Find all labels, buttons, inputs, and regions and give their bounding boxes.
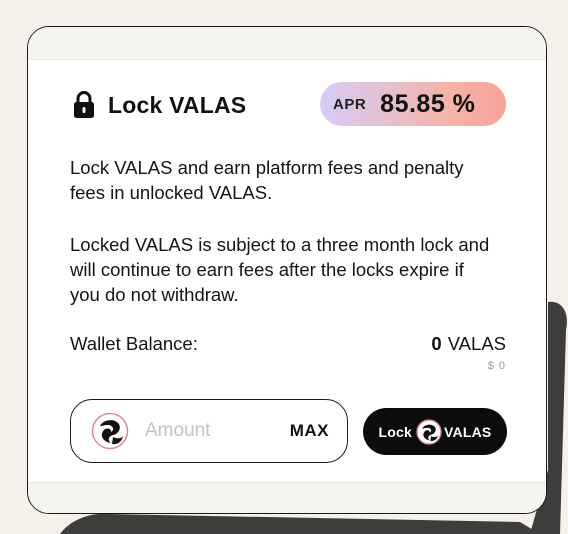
card-title: Lock VALAS: [108, 91, 247, 118]
valas-token-icon: [91, 412, 129, 450]
lock-button-prefix: Lock: [378, 423, 413, 440]
lock-button-suffix: VALAS: [444, 423, 492, 440]
lock-description: Lock VALAS and earn platform fees and pe…: [70, 157, 464, 203]
card-footer-strip: [28, 482, 546, 513]
lock-terms-description: Locked VALAS is subject to a three month…: [70, 234, 490, 305]
max-button[interactable]: MAX: [290, 421, 329, 441]
amount-input-box: MAX: [70, 399, 348, 463]
lock-valas-button[interactable]: Lock VALAS: [363, 408, 507, 455]
lock-card: Lock VALAS APR 85.85 % Lock VALAS and ea…: [27, 26, 547, 514]
wallet-balance-usd: $ 0: [487, 360, 506, 372]
card-header-strip: [28, 27, 546, 60]
wallet-balance-label: Wallet Balance:: [70, 333, 198, 354]
card-title-row: Lock VALAS: [72, 91, 246, 119]
apr-label: APR: [333, 95, 367, 113]
wallet-balance-amount: 0 VALAS: [431, 333, 506, 355]
wallet-balance-value: 0: [431, 333, 442, 354]
lock-icon: [74, 91, 94, 118]
apr-value: 85.85 %: [380, 89, 476, 118]
amount-input[interactable]: [143, 419, 290, 443]
apr-badge: APR 85.85 %: [320, 82, 506, 126]
valas-token-icon: [416, 418, 442, 445]
wallet-balance-token: VALAS: [447, 333, 506, 354]
